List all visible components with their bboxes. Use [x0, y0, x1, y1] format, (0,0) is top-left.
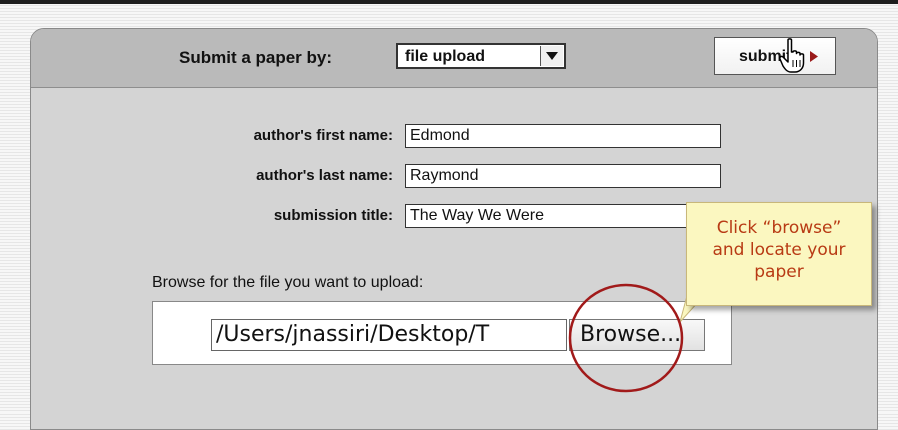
callout-line: Click “browse” [716, 218, 842, 238]
last-name-field[interactable]: Raymond [405, 164, 721, 188]
panel-header: Submit a paper by: file upload submit [31, 29, 877, 88]
browse-instructions: Browse for the file you want to upload: [152, 274, 424, 291]
hand-pointer-icon [779, 38, 805, 73]
instruction-callout: Click “browse” and locate your paper [686, 202, 872, 306]
file-path-field[interactable]: /Users/jnassiri/Desktop/T [211, 319, 567, 351]
submit-arrow-icon [810, 51, 818, 62]
first-name-label: author's first name: [253, 127, 393, 144]
callout-line: and locate your [712, 240, 846, 260]
file-upload-box: /Users/jnassiri/Desktop/T Browse... [152, 301, 732, 365]
dropdown-arrow-icon [540, 46, 563, 66]
submit-by-label: Submit a paper by: [179, 48, 333, 67]
submission-method-value: file upload [405, 48, 485, 65]
submit-button[interactable]: submit [714, 37, 836, 75]
submission-title-field[interactable]: The Way We Were [405, 204, 721, 228]
submission-title-label: submission title: [273, 207, 393, 224]
browse-button[interactable]: Browse... [569, 319, 705, 351]
top-border [0, 0, 898, 4]
first-name-field[interactable]: Edmond [405, 124, 721, 148]
callout-line: paper [754, 262, 804, 282]
last-name-label: author's last name: [256, 167, 393, 184]
submission-method-select[interactable]: file upload [396, 43, 566, 69]
